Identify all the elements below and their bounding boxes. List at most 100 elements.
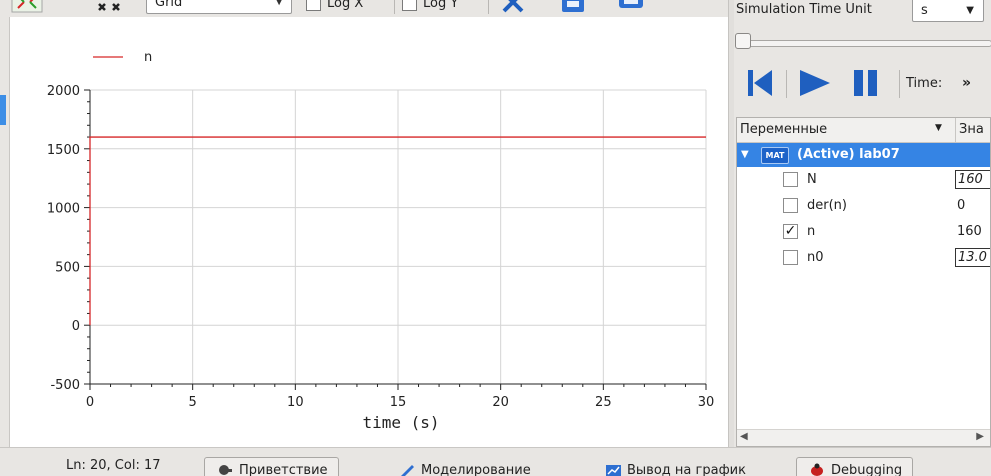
y-tick-label: 500 — [55, 260, 80, 275]
y-tick-label: 1000 — [47, 202, 80, 217]
x-tick-label: 0 — [86, 395, 94, 410]
log-x-checkbox[interactable]: Log X — [306, 0, 363, 14]
model-row[interactable]: ▼ MAT (Active) lab07 — [737, 143, 990, 167]
horizontal-scrollbar[interactable]: ◀ ▶ — [737, 429, 990, 446]
variables-tree-header: Переменные ▼ Зна — [737, 118, 990, 143]
variable-name: der(n) — [807, 198, 847, 213]
model-label: (Active) lab07 — [797, 147, 900, 162]
log-y-checkbox[interactable]: Log Y — [402, 0, 458, 14]
print-plot-button[interactable] — [614, 0, 648, 14]
variable-checkbox[interactable] — [783, 250, 798, 265]
legend-label: n — [144, 50, 152, 65]
tab-debugging-label: Debugging — [831, 463, 903, 476]
variable-checkbox[interactable] — [783, 172, 798, 187]
left-dock-strip — [0, 17, 10, 447]
sim-time-unit-value: s — [921, 3, 928, 18]
scroll-right-icon[interactable]: ▶ — [976, 431, 984, 442]
x-tick-label: 30 — [698, 395, 715, 410]
play-icon — [800, 70, 830, 96]
plot-toolbar: Grid ▼ Log X Log Y — [0, 0, 728, 17]
variable-checkbox[interactable]: ✓ — [783, 224, 798, 239]
rewind-button[interactable] — [744, 64, 774, 106]
time-label: Time: — [906, 76, 943, 91]
more-controls-button[interactable]: » — [962, 75, 971, 91]
fit-in-view-button[interactable] — [92, 0, 126, 14]
x-tick-label: 15 — [390, 395, 407, 410]
auto-scale-button[interactable] — [10, 0, 44, 14]
x-tick-label: 10 — [287, 395, 304, 410]
plotting-icon — [606, 465, 621, 476]
time-slider[interactable] — [738, 40, 991, 47]
y-tick-label: 2000 — [47, 84, 80, 99]
sim-time-unit-label: Simulation Time Unit — [736, 2, 872, 17]
modeling-icon — [401, 465, 414, 476]
cursor-position: Ln: 20, Col: 17 — [66, 458, 161, 473]
save-icon — [562, 0, 584, 12]
log-y-box[interactable] — [402, 0, 417, 11]
sort-down-icon[interactable]: ▼ — [935, 123, 942, 133]
skip-back-icon — [748, 70, 772, 96]
scroll-left-icon[interactable]: ◀ — [740, 431, 748, 442]
variable-value-input[interactable]: 13.0 — [955, 248, 990, 267]
grid-select-value: Grid — [155, 0, 183, 10]
mat-file-icon: MAT — [761, 147, 789, 164]
play-button[interactable] — [794, 64, 834, 106]
variable-row[interactable]: N 160 — [737, 168, 990, 193]
pause-icon — [854, 70, 877, 96]
controls-separator — [786, 70, 787, 98]
sim-time-unit-select[interactable]: s ▼ — [912, 0, 984, 22]
time-slider-handle[interactable] — [735, 33, 751, 49]
variable-value-input[interactable]: 160 — [955, 170, 990, 189]
status-bar: Ln: 20, Col: 17 Приветствие Моделировани… — [0, 447, 991, 476]
chevron-down-icon: ▼ — [966, 5, 974, 16]
column-values[interactable]: Зна — [959, 122, 984, 137]
variable-name: n0 — [807, 250, 824, 265]
variable-name: N — [807, 172, 817, 187]
toolbar-separator — [488, 0, 489, 14]
variable-value: 160 — [957, 224, 982, 239]
variable-checkbox[interactable] — [783, 198, 798, 213]
x-tick-label: 20 — [492, 395, 509, 410]
log-y-label: Log Y — [423, 0, 459, 11]
y-tick-label: 0 — [72, 319, 80, 334]
variable-value: 0 — [957, 198, 966, 213]
x-tick-label: 25 — [595, 395, 612, 410]
debug-bug-icon — [811, 463, 823, 476]
plot-svg[interactable]: -500 0 500 1000 1500 2000 0 5 10 15 20 25 30 time (s)… — [10, 17, 728, 447]
variable-row[interactable]: der(n) 0 — [737, 194, 990, 219]
fit-arrows-icon — [98, 3, 120, 11]
tab-welcome[interactable]: Приветствие — [204, 457, 339, 476]
variables-tree[interactable]: Переменные ▼ Зна ▼ MAT (Active) lab07 N 1… — [736, 117, 991, 447]
toolbar-separator — [394, 0, 395, 14]
tab-welcome-label: Приветствие — [239, 463, 328, 476]
playback-controls: Time: » — [734, 60, 991, 110]
clear-plot-button[interactable] — [496, 0, 530, 14]
welcome-icon — [219, 465, 232, 475]
tab-debugging[interactable]: Debugging — [796, 457, 914, 476]
clear-x-icon — [502, 0, 524, 13]
save-plot-button[interactable] — [556, 0, 590, 14]
tab-modeling-label: Моделирование — [421, 463, 531, 476]
column-variables[interactable]: Переменные — [740, 122, 827, 137]
variable-row[interactable]: ✓ n 160 — [737, 220, 990, 245]
tab-plotting-label: Вывод на график — [627, 463, 746, 476]
x-axis-label: time (s) — [362, 413, 439, 432]
grid-select[interactable]: Grid ▼ — [146, 0, 292, 14]
log-x-box[interactable] — [306, 0, 321, 11]
tab-plotting[interactable]: Вывод на график — [592, 457, 757, 476]
variable-name: n — [807, 224, 816, 239]
plot-area[interactable]: -500 0 500 1000 1500 2000 0 5 10 15 20 25 30 time (s)… — [10, 17, 728, 447]
x-tick-label: 5 — [189, 395, 197, 410]
print-icon — [619, 0, 643, 8]
pause-button[interactable] — [848, 64, 882, 106]
log-x-label: Log X — [327, 0, 364, 11]
simulation-panel: Simulation Time Unit s ▼ Time: » Перемен… — [734, 0, 991, 447]
dock-selection-indicator — [0, 95, 6, 125]
chevron-down-icon: ▼ — [275, 0, 283, 7]
variable-row[interactable]: n0 13.0 — [737, 246, 990, 271]
column-divider[interactable] — [955, 118, 956, 142]
expand-triangle-icon[interactable]: ▼ — [741, 149, 749, 160]
y-tick-label: 1500 — [47, 143, 80, 158]
tab-modeling[interactable]: Моделирование — [386, 457, 542, 476]
auto-scale-icon — [11, 0, 43, 13]
